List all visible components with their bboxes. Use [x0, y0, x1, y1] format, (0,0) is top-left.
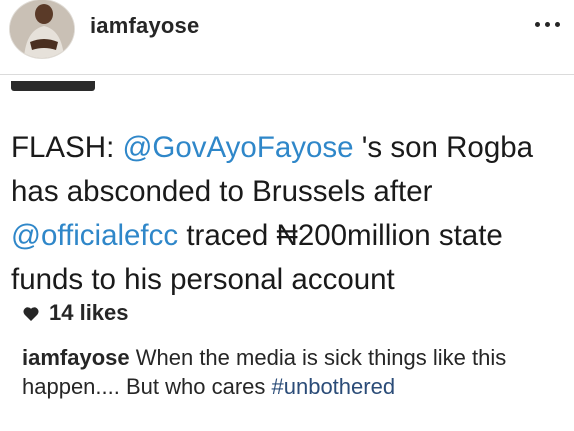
caption-hashtag[interactable]: #unbothered: [272, 374, 396, 399]
caption-username[interactable]: iamfayose: [22, 345, 130, 370]
tweet-prefix: FLASH:: [11, 131, 123, 164]
tweet-mention-officialefcc: @officialefcc: [11, 219, 179, 252]
post-header: iamfayose: [0, 0, 574, 64]
post-caption: iamfayose When the media is sick things …: [22, 343, 562, 401]
header-divider: [0, 74, 574, 75]
likes-row: 14 likes: [22, 300, 129, 326]
heart-icon[interactable]: [22, 305, 40, 322]
avatar[interactable]: [10, 0, 74, 58]
tweet-mention-govayofayose: @GovAyoFayose: [122, 131, 354, 164]
image-top-bar: [11, 81, 95, 91]
more-options-icon[interactable]: [534, 16, 562, 32]
likes-count[interactable]: 14 likes: [49, 300, 129, 326]
post-image-tweet-text: FLASH: @GovAyoFayose 's son Rogba has ab…: [11, 126, 566, 302]
post-username[interactable]: iamfayose: [90, 13, 199, 39]
avatar-photo: [10, 0, 74, 58]
